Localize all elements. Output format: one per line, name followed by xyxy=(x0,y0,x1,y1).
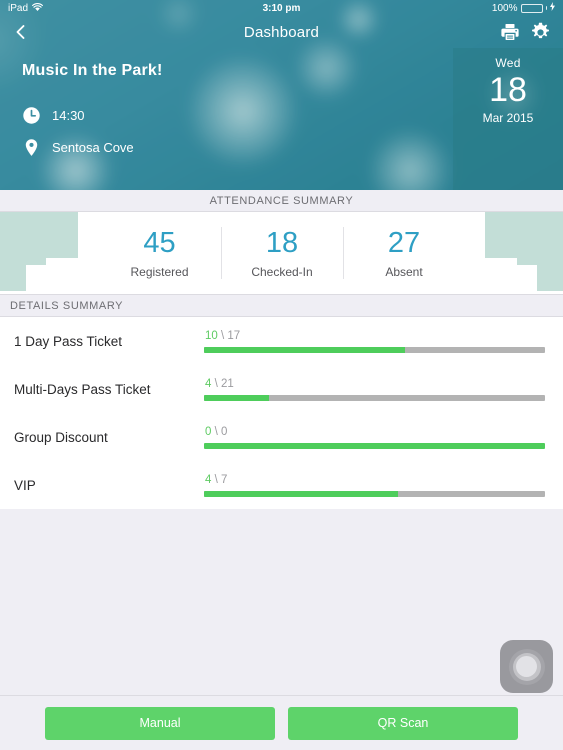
stat-label: Checked-In xyxy=(251,265,313,279)
event-title: Music In the Park! xyxy=(22,62,163,79)
manual-checkin-button[interactable]: Manual xyxy=(45,706,275,740)
progress-track xyxy=(204,394,545,401)
total-count: 17 xyxy=(227,329,241,342)
event-location-row: Sentosa Cove xyxy=(22,138,563,157)
stat-value: 45 xyxy=(143,227,176,259)
stat-absent: 27 Absent xyxy=(342,227,465,279)
stat-value: 18 xyxy=(265,227,299,259)
nav-actions xyxy=(500,22,551,43)
progress-track xyxy=(204,346,545,353)
qr-scan-button[interactable]: QR Scan xyxy=(288,706,518,740)
fraction-separator: \ xyxy=(211,377,221,390)
stat-checked-in: 18 Checked-In xyxy=(220,227,343,279)
ticket-fraction: 0 \ 0 xyxy=(205,426,545,438)
status-bar-right: 100% xyxy=(492,2,555,14)
app-root: iPad 3:10 pm 100% Dashboard Wed 18 Mar 2… xyxy=(0,0,563,750)
ticket-progress: 4 \ 7 xyxy=(204,474,563,497)
map-pin-icon xyxy=(22,138,41,157)
event-location: Sentosa Cove xyxy=(52,140,134,155)
details-summary-list: 1 Day Pass Ticket 10 \ 17 Multi-Days Pas… xyxy=(0,317,563,509)
progress-track xyxy=(204,442,545,449)
fraction-separator: \ xyxy=(211,473,221,486)
status-bar: iPad 3:10 pm 100% xyxy=(0,0,563,16)
ticket-type-label: VIP xyxy=(14,477,36,493)
total-count: 21 xyxy=(221,377,234,390)
content-spacer xyxy=(0,509,563,687)
stat-registered: 45 Registered xyxy=(99,227,221,279)
back-button[interactable] xyxy=(12,23,30,41)
event-meta: 14:30 Sentosa Cove xyxy=(22,106,563,157)
attendance-summary: 45 Registered 18 Checked-In 27 Absent xyxy=(0,212,563,295)
fraction-separator: \ xyxy=(211,425,221,438)
progress-fill xyxy=(204,490,399,497)
event-time-row: 14:30 xyxy=(22,106,563,125)
total-count: 0 xyxy=(221,425,228,438)
stat-label: Absent xyxy=(385,265,423,279)
ticket-type-label: 1 Day Pass Ticket xyxy=(14,333,123,349)
list-item[interactable]: Group Discount 0 \ 0 xyxy=(0,413,563,461)
battery-cap-icon xyxy=(545,6,547,10)
attendance-stats: 45 Registered 18 Checked-In 27 Absent xyxy=(0,212,563,294)
ticket-progress: 4 \ 21 xyxy=(204,378,563,401)
battery-icon xyxy=(520,3,543,13)
progress-fill xyxy=(204,394,269,401)
assistive-touch-icon[interactable] xyxy=(500,640,553,693)
action-bar: Manual QR Scan xyxy=(0,695,563,750)
stat-label: Registered xyxy=(130,265,189,279)
page-title: Dashboard xyxy=(243,23,320,41)
list-item[interactable]: VIP 4 \ 7 xyxy=(0,461,563,509)
printer-icon[interactable] xyxy=(500,22,520,42)
progress-track xyxy=(204,490,545,497)
total-count: 7 xyxy=(221,473,228,486)
navigation-bar: Dashboard xyxy=(0,16,563,48)
list-item[interactable]: Multi-Days Pass Ticket 4 \ 21 xyxy=(0,365,563,413)
ticket-fraction: 10 \ 17 xyxy=(205,330,545,342)
list-item[interactable]: 1 Day Pass Ticket 10 \ 17 xyxy=(0,317,563,365)
ticket-type-label: Multi-Days Pass Ticket xyxy=(14,381,151,397)
stat-value: 27 xyxy=(387,227,421,259)
event-info: Music In the Park! 14:30 Sentosa Cove xyxy=(0,48,563,157)
ticket-fraction: 4 \ 21 xyxy=(205,378,545,390)
ticket-progress: 10 \ 17 xyxy=(204,330,563,353)
ticket-progress: 0 \ 0 xyxy=(204,426,563,449)
checked-in-count: 10 xyxy=(205,329,218,342)
fraction-separator: \ xyxy=(217,329,228,342)
attendance-section-header: ATTENDANCE SUMMARY xyxy=(0,190,563,212)
status-bar-clock: 3:10 pm xyxy=(262,2,301,14)
event-time: 14:30 xyxy=(52,108,85,123)
clock-icon xyxy=(22,106,41,125)
ticket-fraction: 4 \ 7 xyxy=(205,474,545,486)
battery-percent-label: 100% xyxy=(491,2,518,14)
gear-icon[interactable] xyxy=(530,22,551,43)
progress-fill xyxy=(204,442,545,449)
charging-bolt-icon xyxy=(550,2,555,14)
details-section-header: DETAILS SUMMARY xyxy=(0,295,563,317)
event-hero: iPad 3:10 pm 100% Dashboard Wed 18 Mar 2… xyxy=(0,0,563,190)
progress-fill xyxy=(204,346,406,353)
ticket-type-label: Group Discount xyxy=(14,429,108,445)
